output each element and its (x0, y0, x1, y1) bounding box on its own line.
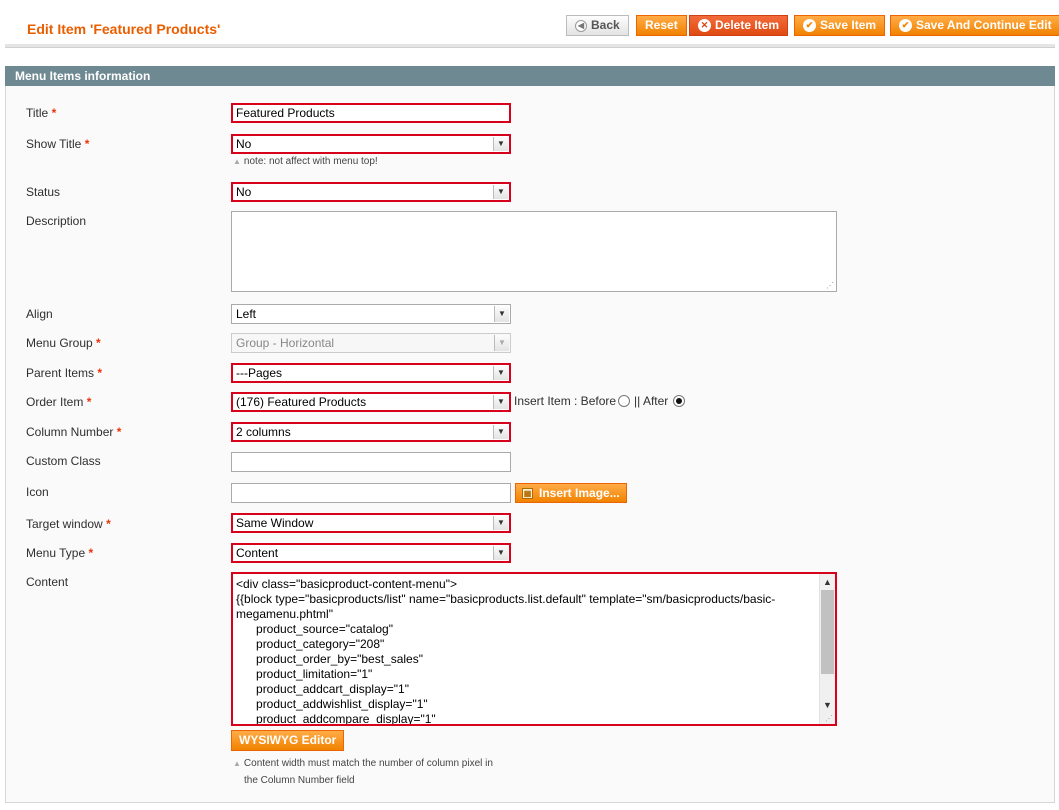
icon-input[interactable] (231, 483, 511, 503)
content-note: ▲ Content width must match the number of … (233, 758, 493, 786)
back-arrow-icon: ◀ (575, 19, 587, 32)
resize-grip-icon[interactable]: ⋰ (825, 714, 833, 723)
target-window-select[interactable]: Same Window ▼ (231, 513, 511, 533)
show-title-note: ▲ note: not affect with menu top! (233, 156, 378, 167)
chevron-down-icon: ▼ (493, 185, 508, 199)
note-triangle-icon: ▲ (233, 157, 241, 166)
check-icon: ✔ (899, 19, 912, 32)
status-label: Status (26, 185, 61, 199)
title-input[interactable]: Featured Products (231, 103, 511, 123)
chevron-down-icon: ▼ (493, 366, 508, 380)
save-and-continue-button[interactable]: ✔ Save And Continue Edit (890, 15, 1059, 36)
content-text: <div class="basicproduct-content-menu"> … (236, 577, 776, 726)
scroll-down-icon[interactable]: ▼ (820, 697, 835, 712)
custom-class-input[interactable] (231, 452, 511, 472)
description-textarea[interactable]: ⋰ (231, 211, 837, 292)
status-select[interactable]: No ▼ (231, 182, 511, 202)
back-button[interactable]: ◀ Back (566, 15, 629, 36)
show-title-label: Show Title * (26, 137, 90, 151)
delete-item-button[interactable]: ✕ Delete Item (689, 15, 789, 36)
save-button-label: Save Item (820, 18, 877, 32)
content-label: Content (26, 575, 69, 589)
menu-type-select[interactable]: Content ▼ (231, 543, 511, 563)
reset-button[interactable]: Reset (636, 15, 687, 36)
save-continue-button-label: Save And Continue Edit (916, 18, 1052, 32)
content-textarea[interactable]: <div class="basicproduct-content-menu"> … (231, 572, 837, 726)
section-header: Menu Items information (5, 66, 1055, 86)
content-scrollbar[interactable]: ▲ ▼ (819, 574, 835, 724)
chevron-down-icon: ▼ (494, 335, 509, 351)
delete-icon: ✕ (698, 19, 711, 32)
target-window-label: Target window * (26, 517, 111, 531)
show-title-select[interactable]: No ▼ (231, 134, 511, 154)
insert-position-options: Insert Item : Before || After (514, 394, 686, 408)
column-number-label: Column Number * (26, 425, 122, 439)
align-label: Align (26, 307, 53, 321)
menu-group-select: Group - Horizontal ▼ (231, 333, 511, 353)
chevron-down-icon: ▼ (494, 306, 509, 322)
resize-grip-icon[interactable]: ⋰ (826, 281, 834, 290)
title-label: Title * (26, 106, 57, 120)
save-item-button[interactable]: ✔ Save Item (794, 15, 886, 36)
chevron-down-icon: ▼ (493, 425, 508, 439)
parent-items-label: Parent Items * (26, 366, 103, 380)
column-number-select[interactable]: 2 columns ▼ (231, 422, 511, 442)
chevron-down-icon: ▼ (493, 395, 508, 409)
scroll-up-icon[interactable]: ▲ (820, 574, 835, 589)
order-item-select[interactable]: (176) Featured Products ▼ (231, 392, 511, 412)
check-icon: ✔ (803, 19, 816, 32)
after-radio[interactable] (673, 395, 686, 407)
wysiwyg-editor-button[interactable]: WYSIWYG Editor (231, 730, 345, 751)
back-button-label: Back (591, 18, 620, 32)
chevron-down-icon: ▼ (493, 546, 508, 560)
image-icon: ▦ (522, 487, 533, 499)
menu-group-label: Menu Group * (26, 336, 101, 350)
menu-type-label: Menu Type * (26, 546, 94, 560)
reset-button-label: Reset (645, 18, 678, 32)
align-select[interactable]: Left ▼ (231, 304, 511, 324)
description-label: Description (26, 214, 87, 228)
chevron-down-icon: ▼ (493, 137, 508, 151)
chevron-down-icon: ▼ (493, 516, 508, 530)
page-title: Edit Item 'Featured Products' (27, 21, 221, 37)
order-item-label: Order Item * (26, 395, 92, 409)
scroll-thumb[interactable] (821, 590, 834, 674)
insert-image-button[interactable]: ▦ Insert Image... (515, 483, 627, 503)
custom-class-label: Custom Class (26, 454, 101, 468)
title-divider (5, 44, 1055, 48)
icon-label: Icon (26, 485, 49, 499)
before-radio[interactable] (618, 395, 631, 407)
delete-button-label: Delete Item (715, 18, 780, 32)
note-triangle-icon: ▲ (233, 759, 241, 768)
parent-items-select[interactable]: ---Pages ▼ (231, 363, 511, 383)
